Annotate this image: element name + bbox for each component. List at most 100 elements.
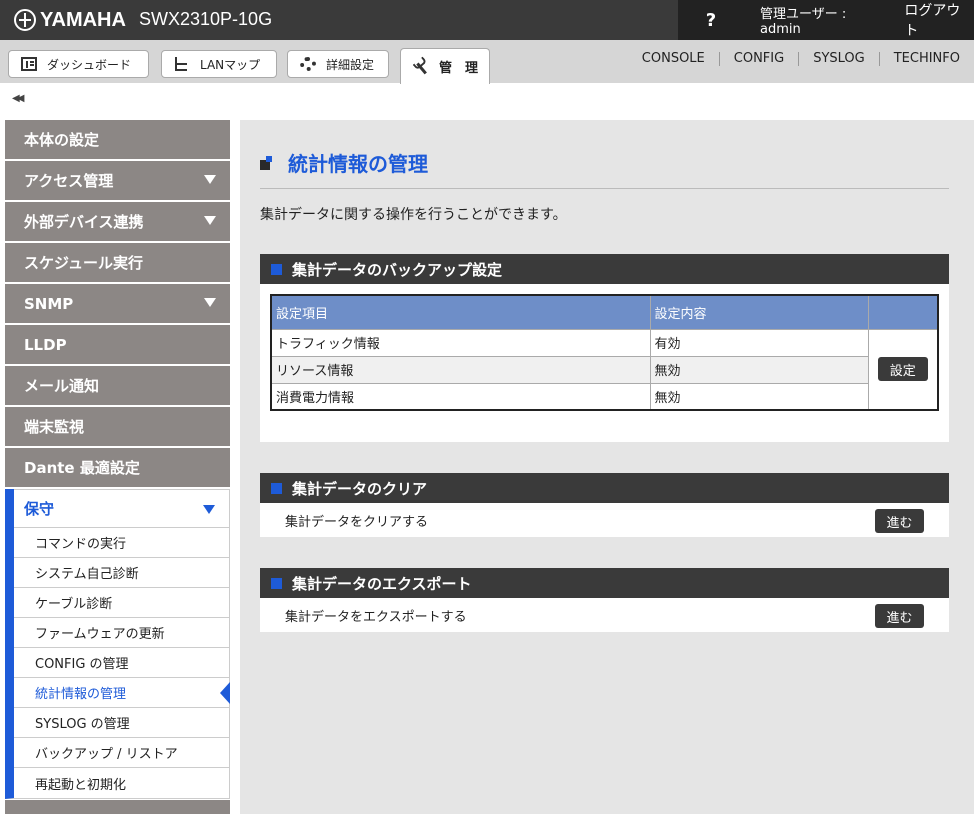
yamaha-tuning-fork-icon [14, 9, 36, 31]
sidebar-item-mail[interactable]: メール通知 [5, 366, 230, 405]
section-square-icon [271, 482, 282, 494]
column-header-action [867, 294, 939, 330]
sidebar-subitem-backup-restore[interactable]: バックアップ / リストア [14, 738, 229, 768]
tab-label: ダッシュボード [47, 57, 132, 72]
sidebar-subitem-firmware-update[interactable]: ファームウェアの更新 [14, 618, 229, 648]
tab-lan-map[interactable]: LANマップ [161, 50, 277, 78]
clear-label: 集計データをクリアする [285, 514, 429, 530]
section-title: 集計データのエクスポート [292, 574, 472, 593]
sidebar-subitem-config[interactable]: CONFIG の管理 [14, 648, 229, 678]
gear-icon [300, 57, 316, 71]
page-description: 集計データに関する操作を行うことができます。 [260, 207, 567, 223]
export-section-body: 集計データをエクスポートする 進む [260, 598, 949, 632]
sidebar-item-label: アクセス管理 [24, 172, 114, 190]
tab-label: LANマップ [200, 57, 261, 72]
section-title: 集計データのバックアップ設定 [292, 260, 503, 279]
title-divider [260, 188, 949, 189]
sidebar-item-label: LLDP [24, 335, 67, 354]
title-square-icon [260, 155, 274, 170]
export-proceed-button[interactable]: 進む [875, 604, 924, 628]
action-cell: 設定 [867, 328, 939, 411]
user-area: 管理ユーザー : admin ログアウト [744, 0, 974, 40]
sidebar-subitem-cable-diagnosis[interactable]: ケーブル診断 [14, 588, 229, 618]
setting-value: 有効 [649, 328, 869, 357]
export-row: 集計データをエクスポートする 進む [260, 598, 949, 632]
sidebar-item-dante[interactable]: Dante 最適設定 [5, 448, 230, 487]
sidebar-item-access-management[interactable]: アクセス管理 [5, 161, 230, 200]
sidebar-item-terminal-monitor[interactable]: 端末監視 [5, 407, 230, 446]
sidebar-item-label: SNMP [24, 294, 74, 313]
export-label: 集計データをエクスポートする [285, 609, 467, 625]
sidebar-item-label: メール通知 [24, 377, 100, 395]
lan-map-icon [174, 57, 190, 71]
backup-section-body: 設定項目 設定内容 トラフィック情報 有効 設定 リソース情報 無効 消費電力情… [260, 284, 949, 442]
chevron-down-icon [203, 505, 215, 514]
column-header: 設定内容 [649, 294, 869, 330]
tab-management[interactable]: 管 理 [400, 48, 490, 84]
wrench-icon [410, 56, 431, 77]
chevron-down-icon [204, 216, 216, 225]
settings-button[interactable]: 設定 [877, 357, 928, 382]
sidebar-subitem-self-diagnosis[interactable]: システム自己診断 [14, 558, 229, 588]
page-title-text: 統計情報の管理 [288, 152, 428, 176]
backup-section-header: 集計データのバックアップ設定 [260, 254, 949, 284]
chevron-down-icon [204, 298, 216, 307]
backup-settings-table: 設定項目 設定内容 トラフィック情報 有効 設定 リソース情報 無効 消費電力情… [270, 294, 939, 411]
dashboard-icon [21, 57, 37, 71]
device-model: SWX2310P-10G [139, 9, 273, 29]
user-label: 管理ユーザー : admin [760, 7, 847, 37]
column-header: 設定項目 [270, 294, 651, 330]
syslog-link[interactable]: SYSLOG [799, 52, 880, 66]
tab-label: 詳細設定 [326, 57, 375, 72]
setting-item: リソース情報 [270, 355, 651, 384]
clear-section-body: 集計データをクリアする 進む [260, 503, 949, 537]
sidebar-item-device-settings[interactable]: 本体の設定 [5, 120, 230, 159]
clear-proceed-button[interactable]: 進む [875, 509, 924, 533]
sidebar-item-snmp[interactable]: SNMP [5, 284, 230, 323]
sidebar-item-label: 保守 [24, 500, 55, 518]
tab-dashboard[interactable]: ダッシュボード [8, 50, 149, 78]
sidebar-item-maintenance[interactable]: 保守 [14, 489, 229, 528]
tab-label: 管 理 [439, 61, 479, 76]
sidebar-next-item [5, 800, 230, 814]
sidebar: 本体の設定 アクセス管理 外部デバイス連携 スケジュール実行 SNMP LLDP… [5, 120, 230, 799]
sidebar-item-label: 本体の設定 [24, 131, 100, 149]
top-header: YAMAHA SWX2310P-10G ? 管理ユーザー : admin ログア… [0, 0, 974, 40]
clear-section-header: 集計データのクリア [260, 473, 949, 503]
sidebar-item-external-devices[interactable]: 外部デバイス連携 [5, 202, 230, 241]
help-button[interactable]: ? [678, 0, 744, 40]
console-link[interactable]: CONSOLE [628, 52, 720, 66]
tab-advanced-settings[interactable]: 詳細設定 [287, 50, 389, 78]
sidebar-subitem-syslog[interactable]: SYSLOG の管理 [14, 708, 229, 738]
sidebar-item-schedule[interactable]: スケジュール実行 [5, 243, 230, 282]
collapse-sidebar-icon[interactable]: ◀◀ [12, 93, 25, 104]
brand-name: YAMAHA [40, 8, 126, 31]
section-title: 集計データのクリア [292, 479, 428, 498]
table-row: リソース情報 無効 [270, 355, 938, 384]
setting-item: トラフィック情報 [270, 328, 651, 357]
table-header-row: 設定項目 設定内容 [270, 294, 939, 330]
clear-row: 集計データをクリアする 進む [260, 503, 949, 537]
setting-item: 消費電力情報 [270, 382, 651, 411]
page-title: 統計情報の管理 [260, 148, 428, 177]
chevron-down-icon [204, 175, 216, 184]
sidebar-item-label: 端末監視 [24, 418, 85, 436]
sidebar-item-label: Dante 最適設定 [24, 459, 140, 477]
setting-value: 無効 [649, 382, 869, 411]
top-links: CONSOLE CONFIG SYSLOG TECHINFO [628, 52, 960, 66]
sidebar-subitem-command[interactable]: コマンドの実行 [14, 528, 229, 558]
sidebar-item-label: 外部デバイス連携 [24, 213, 144, 231]
sidebar-section-maintenance: 保守 コマンドの実行 システム自己診断 ケーブル診断 ファームウェアの更新 CO… [5, 489, 230, 799]
logout-link[interactable]: ログアウト [904, 0, 974, 40]
config-link[interactable]: CONFIG [720, 52, 800, 66]
main-content: 統計情報の管理 集計データに関する操作を行うことができます。 集計データのバック… [240, 120, 974, 814]
sidebar-subitem-reboot-init[interactable]: 再起動と初期化 [14, 768, 229, 798]
sidebar-item-lldp[interactable]: LLDP [5, 325, 230, 364]
table-row: 消費電力情報 無効 [270, 382, 938, 411]
sidebar-subitem-statistics[interactable]: 統計情報の管理 [14, 678, 230, 708]
section-square-icon [271, 263, 282, 275]
techinfo-link[interactable]: TECHINFO [880, 52, 960, 66]
sidebar-item-label: スケジュール実行 [24, 254, 143, 272]
yamaha-logo: YAMAHA [14, 6, 126, 34]
table-row: トラフィック情報 有効 設定 [270, 328, 939, 411]
